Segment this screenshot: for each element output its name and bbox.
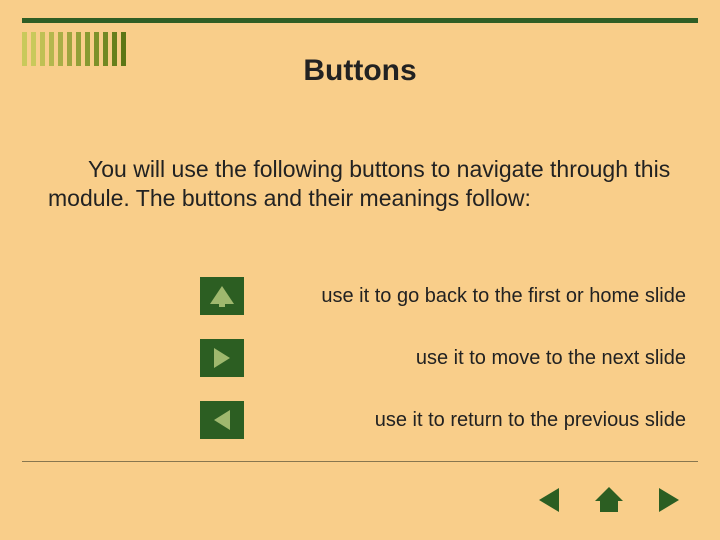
legend-description: use it to go back to the first or home s… bbox=[244, 285, 690, 308]
arrow-left-icon bbox=[539, 488, 559, 512]
header-rule bbox=[22, 18, 698, 23]
prev-button[interactable] bbox=[200, 401, 244, 439]
legend-row: use it to return to the previous slide bbox=[200, 389, 690, 451]
arrow-right-icon bbox=[659, 488, 679, 512]
footer-nav bbox=[528, 480, 690, 520]
intro-text: You will use the following buttons to na… bbox=[48, 155, 672, 213]
arrow-right-icon bbox=[214, 348, 230, 368]
legend-row: use it to move to the next slide bbox=[200, 327, 690, 389]
page-title: Buttons bbox=[0, 54, 720, 88]
footer-rule bbox=[22, 461, 698, 462]
legend-description: use it to return to the previous slide bbox=[244, 409, 690, 432]
button-legend: use it to go back to the first or home s… bbox=[200, 265, 690, 451]
home-button[interactable] bbox=[200, 277, 244, 315]
arrow-left-icon bbox=[214, 410, 230, 430]
next-button[interactable] bbox=[200, 339, 244, 377]
home-icon bbox=[595, 487, 623, 513]
legend-description: use it to move to the next slide bbox=[244, 347, 690, 370]
home-icon bbox=[210, 286, 234, 304]
footer-prev-button[interactable] bbox=[528, 480, 570, 520]
footer-home-button[interactable] bbox=[588, 480, 630, 520]
legend-row: use it to go back to the first or home s… bbox=[200, 265, 690, 327]
footer-next-button[interactable] bbox=[648, 480, 690, 520]
